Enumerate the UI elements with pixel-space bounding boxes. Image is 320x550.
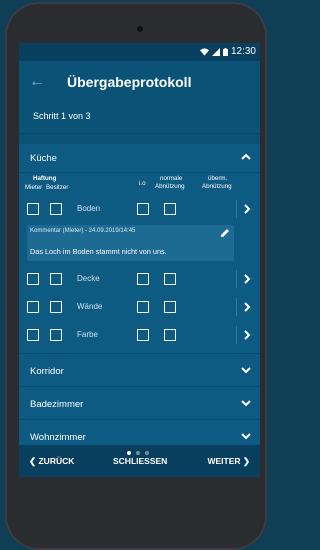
next-button[interactable]: WEITER ❯ — [207, 456, 250, 467]
column-headers: Haftung Mieter Besitzer i.o normale Abnü… — [19, 173, 260, 195]
speaker-dot — [137, 26, 143, 32]
header-io: i.o — [139, 180, 146, 187]
back-button-label: ZURÜCK — [38, 456, 75, 466]
chevron-right-icon[interactable] — [242, 302, 252, 312]
checkbox-normale-abnuetzung[interactable] — [164, 329, 176, 341]
checkbox-mieter[interactable] — [27, 273, 39, 285]
chevron-right-icon[interactable] — [242, 330, 252, 340]
checkbox-mieter[interactable] — [27, 329, 39, 341]
battery-icon — [222, 47, 228, 56]
page-dot — [136, 451, 140, 455]
page-dot-active — [127, 451, 131, 455]
section-gap — [19, 134, 260, 144]
chevron-down-icon[interactable] — [240, 430, 252, 442]
row-boden: Boden — [19, 195, 260, 223]
row-label: Decke — [77, 274, 100, 283]
comment-meta: Kommentar (Mieter) - 24.09.2019/14:45 — [30, 228, 136, 234]
section-title-badezimmer: Badezimmer — [30, 399, 84, 410]
checkbox-besitzer[interactable] — [50, 301, 62, 313]
section-header-badezimmer[interactable]: Badezimmer — [19, 387, 260, 420]
checkbox-mieter[interactable] — [27, 301, 39, 313]
row-divider — [236, 326, 237, 344]
edit-pencil-icon[interactable] — [220, 228, 230, 238]
section-header-korridor[interactable]: Korridor — [19, 354, 260, 387]
checkbox-besitzer[interactable] — [50, 329, 62, 341]
step-indicator: Schritt 1 von 3 — [19, 105, 260, 134]
checkbox-normale-abnuetzung[interactable] — [164, 203, 176, 215]
back-arrow-icon[interactable]: ← — [29, 73, 45, 91]
row-divider — [236, 298, 237, 316]
app-bar: ← Übergabeprotokoll — [19, 61, 260, 105]
row-divider — [236, 270, 237, 288]
status-time: 12:30 — [230, 46, 256, 57]
checkbox-io[interactable] — [137, 301, 149, 313]
checkbox-io[interactable] — [137, 329, 149, 341]
header-mieter: Mieter — [25, 184, 43, 191]
chevron-down-icon[interactable] — [240, 397, 252, 409]
page-dot — [145, 451, 149, 455]
page-title: Übergabeprotokoll — [67, 74, 192, 90]
chevron-right-icon[interactable] — [242, 204, 252, 214]
checkbox-io[interactable] — [137, 273, 149, 285]
signal-icon — [211, 47, 220, 56]
section-title-wohnzimmer: Wohnzimmer — [30, 432, 86, 443]
app-screen: 12:30 ← Übergabeprotokoll Schritt 1 von … — [19, 43, 260, 477]
next-button-label: WEITER — [207, 456, 241, 466]
section-kueche: Küche Haftung Mieter Besitzer i.o normal… — [19, 144, 260, 354]
chevron-up-icon[interactable] — [240, 151, 252, 163]
comment-text: Das Loch im Boden stammt nicht von uns. — [30, 247, 167, 256]
checkbox-normale-abnuetzung[interactable] — [164, 301, 176, 313]
chevron-right-icon[interactable] — [242, 274, 252, 284]
header-haftung: Haftung — [33, 175, 57, 182]
checkbox-besitzer[interactable] — [50, 273, 62, 285]
section-header-kueche[interactable]: Küche — [19, 144, 260, 173]
header-normale: normale — [160, 175, 183, 182]
checkbox-mieter[interactable] — [27, 203, 39, 215]
status-bar: 12:30 — [19, 43, 260, 61]
header-uberm-abnuetzung: Abnützung — [202, 183, 232, 190]
page-indicator — [127, 451, 149, 455]
checkbox-besitzer[interactable] — [50, 203, 62, 215]
section-title-korridor: Korridor — [30, 366, 64, 377]
row-waende: Wände — [19, 293, 260, 321]
header-normale-abnuetzung: Abnützung — [155, 183, 185, 190]
header-uberm: überm. — [208, 175, 228, 182]
row-decke: Decke — [19, 265, 260, 293]
row-label: Boden — [77, 204, 101, 213]
wifi-icon — [199, 47, 209, 56]
back-button[interactable]: ❮ ZURÜCK — [29, 456, 74, 467]
row-farbe: Farbe — [19, 321, 260, 349]
comment-card: Kommentar (Mieter) - 24.09.2019/14:45 Da… — [27, 225, 234, 261]
row-label: Wände — [77, 302, 103, 311]
bottom-nav-bar: ❮ ZURÜCK SCHLIESSEN WEITER ❯ — [19, 445, 260, 477]
header-besitzer: Besitzer — [46, 184, 69, 191]
checkbox-io[interactable] — [137, 203, 149, 215]
chevron-down-icon[interactable] — [240, 364, 252, 376]
row-label: Farbe — [77, 330, 98, 339]
checkbox-normale-abnuetzung[interactable] — [164, 273, 176, 285]
row-divider — [236, 200, 237, 218]
close-button[interactable]: SCHLIESSEN — [113, 456, 167, 466]
section-title-kueche: Küche — [30, 153, 57, 164]
chevron-right-icon: ❯ — [240, 456, 250, 466]
